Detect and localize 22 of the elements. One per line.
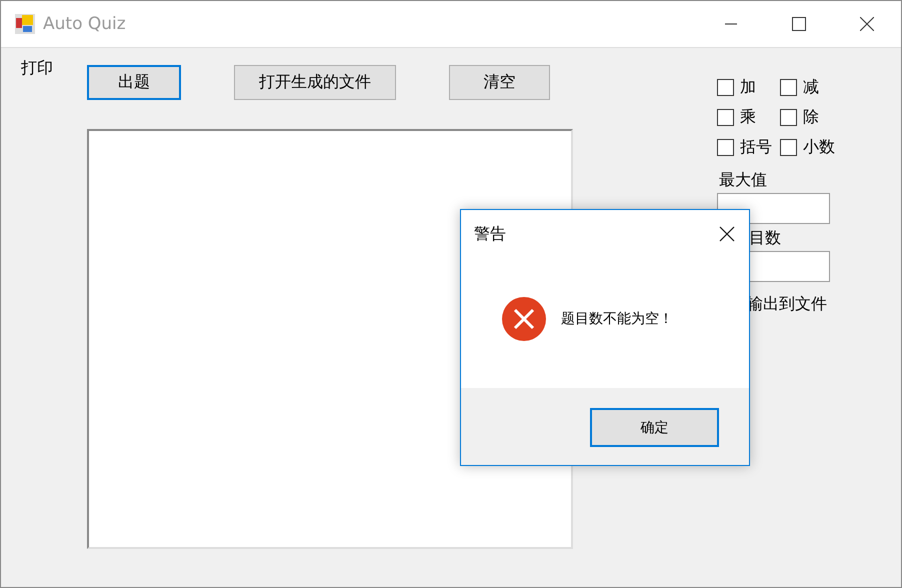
action-button[interactable]: 出题 (87, 65, 181, 100)
action-button[interactable]: 打开生成的文件 (234, 65, 396, 100)
close-icon[interactable] (719, 226, 735, 242)
minimize-icon[interactable] (725, 23, 737, 25)
app-icon (15, 14, 35, 34)
field-label: 目数 (749, 228, 781, 249)
option-checkbox[interactable]: 减 (780, 77, 860, 98)
menu-item[interactable]: 打印 (21, 58, 87, 78)
window-title: Auto Quiz (43, 14, 126, 34)
maximize-icon[interactable] (792, 17, 806, 31)
option-checkbox[interactable]: 小数 (780, 137, 860, 158)
option-checkbox[interactable]: 除 (780, 107, 860, 128)
action-button[interactable]: 清空 (449, 65, 550, 100)
ok-button[interactable]: 确定 (590, 408, 719, 447)
error-icon (501, 296, 547, 342)
dialog-title: 警告 (474, 224, 506, 244)
dialog-message: 题目数不能为空！ (561, 310, 673, 328)
option-checkbox[interactable]: 加 (717, 77, 780, 98)
field-label: 最大值 (719, 170, 767, 191)
option-checkbox[interactable]: 括号 (717, 137, 780, 158)
option-checkbox[interactable]: 乘 (717, 107, 780, 128)
close-icon[interactable] (860, 17, 874, 31)
